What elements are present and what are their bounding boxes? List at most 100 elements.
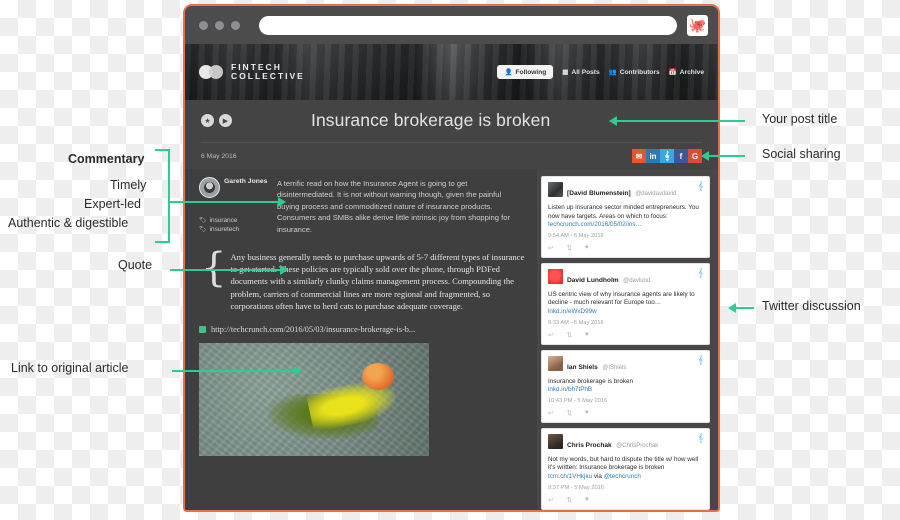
email-share-icon[interactable]: ✉ (632, 149, 646, 163)
tweet-card[interactable]: [David Blumenstein] @davidavdavid 𝄞 List… (541, 176, 710, 258)
annotation-arrow-social (701, 151, 709, 161)
calendar-icon: 📅 (668, 69, 677, 76)
tag-list: 🏷 insurance 🏷 insuretech (199, 217, 277, 233)
tweet-actions[interactable]: ↩ ⇅ ♥ (548, 494, 703, 504)
tag-label: insurance (209, 217, 238, 224)
page-title: Insurance brokerage is broken (311, 110, 551, 130)
tweet-actions[interactable]: ↩ ⇅ ♥ (548, 329, 703, 339)
annotation-line-social (709, 155, 745, 157)
article-link[interactable]: http://techcrunch.com/2016/05/03/insuran… (211, 325, 415, 334)
grid-icon: ▦ (562, 69, 569, 76)
tweet-timestamp: 9:37 PM - 5 May 2016 (548, 484, 604, 491)
brand-line-1: FINTECH (231, 61, 282, 72)
reply-icon[interactable]: ↩ (548, 331, 553, 339)
avatar[interactable] (199, 177, 220, 198)
twitter-share-icon[interactable]: 𝄞 (660, 149, 674, 163)
brand-line-2: COLLECTIVE (231, 71, 305, 81)
logo-mark-icon (199, 65, 224, 79)
twitter-bird-icon: 𝄞 (698, 432, 703, 442)
video-icon[interactable]: ▶ (219, 114, 232, 127)
tag-icon: 🏷 (199, 218, 207, 224)
minimize-dot[interactable] (215, 20, 224, 30)
annotation-bracket-bottom (155, 241, 170, 243)
tweet-timestamp: 9:54 AM - 6 May 2016 (548, 232, 604, 239)
tweet-link[interactable]: techcrunch.com/2016/05/02/ins… (548, 221, 642, 228)
tweet-author-name: Ian Shiels (567, 363, 598, 371)
maximize-dot[interactable] (231, 20, 240, 30)
tweet-body-text: Listen up insurance sector minded entrep… (548, 204, 699, 220)
author-sidebar: Gareth Jones 🏷 insurance 🏷 insuretech (199, 177, 277, 235)
annotation-line-quote (170, 269, 282, 271)
quote-block: { Any business generally needs to purcha… (199, 247, 525, 312)
tweet-text: Listen up insurance sector minded entrep… (548, 204, 703, 230)
tweet-mention-link[interactable]: @techcrunch (604, 473, 641, 480)
annotation-bracket-vertical (168, 149, 170, 243)
tweet-author-name: [David Blumenstein] (567, 190, 631, 197)
nav-label-contributors: Contributors (619, 68, 660, 76)
like-icon[interactable]: ♥ (585, 496, 589, 504)
octopus-icon[interactable]: 🐙 (687, 14, 708, 36)
tweet-body-text-2: via (592, 472, 604, 480)
window-controls[interactable] (199, 20, 247, 30)
tweet-body-text: Insurance brokerage is broken (548, 377, 634, 385)
social-share-bar[interactable]: ✉ in 𝄞 f G (632, 149, 702, 163)
tweet-actions[interactable]: ↩ ⇅ ♥ (548, 242, 703, 252)
nav-item-archive[interactable]: 📅 Archive (668, 68, 704, 77)
tweet-link[interactable]: lnkd.in/eWxD99w (548, 308, 597, 315)
retweet-icon[interactable]: ⇅ (566, 331, 571, 339)
twitter-discussion-panel[interactable]: [David Blumenstein] @davidavdavid 𝄞 List… (537, 169, 718, 510)
reply-icon[interactable]: ↩ (548, 409, 553, 417)
annotation-link: Link to original article (11, 361, 129, 375)
post-content-area: Gareth Jones 🏷 insurance 🏷 insuretech A (185, 169, 718, 510)
nav-item-following[interactable]: 👤 Following (497, 65, 554, 79)
tweet-author-handle: @davlund (623, 277, 651, 284)
tag-icon: 🏷 (199, 227, 207, 233)
tag-insurance[interactable]: 🏷 insurance (199, 217, 277, 224)
annotation-line-commentary (168, 201, 280, 203)
linkedin-share-icon[interactable]: in (646, 149, 660, 163)
tweet-card[interactable]: Chris Prochak @ChrisProchak 𝄞 Not my wor… (541, 427, 710, 510)
people-icon: 👥 (608, 69, 617, 76)
retweet-icon[interactable]: ⇅ (566, 496, 571, 504)
annotation-arrow-post-title (609, 116, 617, 126)
nav-label-archive: Archive (679, 68, 704, 76)
twitter-bird-icon: 𝄞 (698, 354, 703, 364)
twitter-bird-icon: 𝄞 (698, 181, 703, 190)
like-icon[interactable]: ♥ (585, 244, 589, 252)
annotation-arrow-quote (280, 265, 288, 275)
nav-item-all-posts[interactable]: ▦ All Posts (562, 68, 599, 77)
quote-text: Any business generally needs to purchase… (230, 252, 525, 311)
brand-logo[interactable]: FINTECH COLLECTIVE (199, 61, 305, 82)
tweet-link[interactable]: tcrn.ch/1VHkjku (548, 473, 592, 480)
tweet-actions[interactable]: ↩ ⇅ ♥ (548, 407, 703, 417)
like-icon[interactable]: ♥ (585, 409, 589, 417)
tweet-link[interactable]: lnkd.in/bh7tPhB (548, 386, 592, 393)
tag-insuretech[interactable]: 🏷 insuretech (199, 226, 277, 233)
tweet-timestamp: 9:33 AM - 6 May 2016 (548, 319, 604, 326)
star-icon[interactable]: ★ (201, 114, 214, 127)
browser-window: 🐙 FINTECH COLLECTIVE 👤 Following ▦ All P… (183, 4, 720, 512)
post-date: 6 May 2016 (201, 152, 237, 160)
reply-icon[interactable]: ↩ (548, 244, 553, 252)
site-nav[interactable]: 👤 Following ▦ All Posts 👥 Contributors 📅… (497, 65, 704, 79)
annotation-commentary: Commentary (68, 152, 145, 166)
tweet-author-name: Chris Prochak (567, 441, 612, 449)
article-link-row[interactable]: http://techcrunch.com/2016/05/03/insuran… (199, 325, 525, 334)
url-input[interactable] (259, 15, 677, 35)
annotation-arrow-twitter (728, 303, 736, 313)
nav-item-contributors[interactable]: 👥 Contributors (608, 68, 660, 77)
facebook-share-icon[interactable]: f (674, 149, 688, 163)
reply-icon[interactable]: ↩ (548, 496, 553, 504)
brace-icon: { (201, 245, 227, 292)
post-photo (199, 343, 429, 457)
close-dot[interactable] (199, 20, 208, 30)
annotation-quote: Quote (118, 258, 153, 272)
retweet-icon[interactable]: ⇅ (566, 244, 571, 252)
retweet-icon[interactable]: ⇅ (566, 409, 571, 417)
googleplus-share-icon[interactable]: G (688, 149, 702, 163)
post-body-column: Gareth Jones 🏷 insurance 🏷 insuretech A (185, 169, 537, 510)
like-icon[interactable]: ♥ (585, 331, 589, 339)
tweet-card[interactable]: David Lundholm @davlund 𝄞 US centric vie… (541, 262, 710, 345)
annotation-line-post-title (617, 120, 745, 122)
tweet-card[interactable]: Ian Shiels @IShiels 𝄞 Insurance brokerag… (541, 349, 710, 423)
